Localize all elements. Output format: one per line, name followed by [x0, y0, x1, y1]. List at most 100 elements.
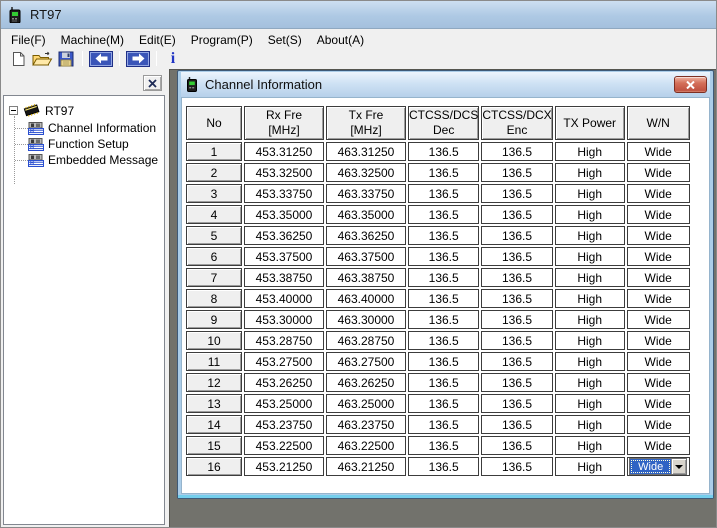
combo-dropdown-button[interactable]: [671, 459, 687, 474]
cell-dec[interactable]: 136.5: [408, 205, 480, 224]
cell-tx[interactable]: 463.21250: [326, 457, 406, 476]
cell-rx[interactable]: 453.40000: [244, 289, 324, 308]
cell-wn[interactable]: Wide: [626, 415, 690, 434]
cell-wn[interactable]: Wide: [626, 268, 690, 287]
menu-item-edit[interactable]: Edit(E): [132, 31, 184, 49]
cell-power[interactable]: High: [554, 415, 625, 434]
cell-enc[interactable]: 136.5: [481, 226, 553, 245]
info-icon[interactable]: i: [161, 50, 185, 68]
cell-tx[interactable]: 463.25000: [326, 394, 406, 413]
cell-rx[interactable]: 453.31250: [244, 142, 324, 161]
cell-tx[interactable]: 463.28750: [326, 331, 406, 350]
menu-item-about[interactable]: About(A): [310, 31, 372, 49]
cell-power[interactable]: High: [554, 331, 625, 350]
cell-rx[interactable]: 453.26250: [244, 373, 324, 392]
cell-dec[interactable]: 136.5: [408, 352, 480, 371]
cell-power[interactable]: High: [554, 247, 625, 266]
cell-power[interactable]: High: [554, 373, 625, 392]
cell-rx[interactable]: 453.28750: [244, 331, 324, 350]
cell-wn[interactable]: Wide: [626, 226, 690, 245]
cell-wn[interactable]: Wide: [626, 205, 690, 224]
cell-tx[interactable]: 463.22500: [326, 436, 406, 455]
cell-power[interactable]: High: [554, 352, 625, 371]
cell-dec[interactable]: 136.5: [408, 163, 480, 182]
cell-dec[interactable]: 136.5: [408, 268, 480, 287]
tree-item-channel-information[interactable]: H: Channel Information: [28, 121, 156, 135]
cell-power[interactable]: High: [554, 142, 625, 161]
cell-power[interactable]: High: [554, 184, 625, 203]
cell-power[interactable]: High: [554, 205, 625, 224]
tree-root-rt97[interactable]: RT97: [9, 103, 74, 118]
cell-wn[interactable]: Wide: [626, 184, 690, 203]
menu-item-set[interactable]: Set(S): [261, 31, 310, 49]
cell-wn[interactable]: Wide: [626, 310, 690, 329]
cell-dec[interactable]: 136.5: [408, 310, 480, 329]
cell-enc[interactable]: 136.5: [481, 205, 553, 224]
cell-dec[interactable]: 136.5: [408, 184, 480, 203]
cell-enc[interactable]: 136.5: [481, 163, 553, 182]
cell-power[interactable]: High: [554, 394, 625, 413]
tree-item-embedded-message[interactable]: H: Embedded Message: [28, 153, 158, 167]
cell-power[interactable]: High: [554, 457, 625, 476]
cell-dec[interactable]: 136.5: [408, 457, 480, 476]
tree-item-function-setup[interactable]: H: Function Setup: [28, 137, 129, 151]
cell-tx[interactable]: 463.27500: [326, 352, 406, 371]
cell-dec[interactable]: 136.5: [408, 247, 480, 266]
cell-rx[interactable]: 453.33750: [244, 184, 324, 203]
child-close-button[interactable]: [674, 76, 707, 93]
cell-rx[interactable]: 453.36250: [244, 226, 324, 245]
cell-dec[interactable]: 136.5: [408, 331, 480, 350]
cell-enc[interactable]: 136.5: [481, 331, 553, 350]
open-file-icon[interactable]: [30, 50, 54, 68]
cell-dec[interactable]: 136.5: [408, 394, 480, 413]
cell-enc[interactable]: 136.5: [481, 310, 553, 329]
cell-power[interactable]: High: [554, 436, 625, 455]
cell-tx[interactable]: 463.33750: [326, 184, 406, 203]
cell-power[interactable]: High: [554, 163, 625, 182]
cell-dec[interactable]: 136.5: [408, 226, 480, 245]
cell-power[interactable]: High: [554, 226, 625, 245]
cell-enc[interactable]: 136.5: [481, 415, 553, 434]
new-file-icon[interactable]: [6, 50, 30, 68]
cell-rx[interactable]: 453.30000: [244, 310, 324, 329]
cell-dec[interactable]: 136.5: [408, 373, 480, 392]
cell-rx[interactable]: 453.38750: [244, 268, 324, 287]
save-file-icon[interactable]: [54, 50, 78, 68]
cell-dec[interactable]: 136.5: [408, 289, 480, 308]
cell-enc[interactable]: 136.5: [481, 373, 553, 392]
cell-rx[interactable]: 453.25000: [244, 394, 324, 413]
cell-rx[interactable]: 453.35000: [244, 205, 324, 224]
cell-rx[interactable]: 453.23750: [244, 415, 324, 434]
cell-wn[interactable]: Wide: [626, 373, 690, 392]
read-from-radio-icon[interactable]: [89, 50, 113, 67]
menu-item-machine[interactable]: Machine(M): [54, 31, 132, 49]
cell-tx[interactable]: 463.36250: [326, 226, 406, 245]
cell-tx[interactable]: 463.32500: [326, 163, 406, 182]
cell-wn[interactable]: Wide: [626, 352, 690, 371]
cell-power[interactable]: High: [554, 310, 625, 329]
cell-tx[interactable]: 463.31250: [326, 142, 406, 161]
write-to-radio-icon[interactable]: [126, 50, 150, 67]
cell-wn[interactable]: Wide: [626, 394, 690, 413]
cell-wn[interactable]: Wide: [626, 436, 690, 455]
cell-power[interactable]: High: [554, 268, 625, 287]
dock-close-button[interactable]: [143, 75, 162, 91]
cell-tx[interactable]: 463.38750: [326, 268, 406, 287]
cell-rx[interactable]: 453.22500: [244, 436, 324, 455]
cell-dec[interactable]: 136.5: [408, 142, 480, 161]
cell-enc[interactable]: 136.5: [481, 352, 553, 371]
cell-enc[interactable]: 136.5: [481, 184, 553, 203]
child-titlebar[interactable]: Channel Information: [181, 72, 710, 97]
cell-tx[interactable]: 463.37500: [326, 247, 406, 266]
cell-enc[interactable]: 136.5: [481, 436, 553, 455]
cell-wn[interactable]: Wide: [626, 247, 690, 266]
cell-enc[interactable]: 136.5: [481, 247, 553, 266]
cell-rx[interactable]: 453.27500: [244, 352, 324, 371]
cell-dec[interactable]: 136.5: [408, 415, 480, 434]
cell-wn[interactable]: Wide: [626, 142, 690, 161]
wn-combobox[interactable]: Wide: [629, 458, 688, 475]
cell-enc[interactable]: 136.5: [481, 289, 553, 308]
cell-tx[interactable]: 463.26250: [326, 373, 406, 392]
cell-enc[interactable]: 136.5: [481, 142, 553, 161]
cell-enc[interactable]: 136.5: [481, 394, 553, 413]
